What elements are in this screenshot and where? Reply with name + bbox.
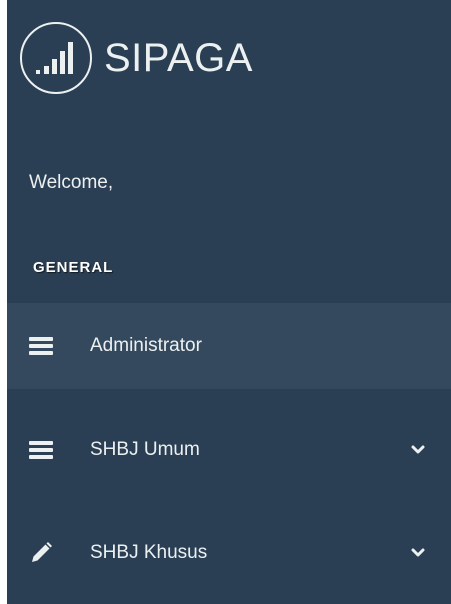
pencil-icon	[29, 541, 53, 565]
sidebar: SIPAGA Welcome, GENERAL Administrator SH…	[7, 0, 451, 604]
chevron-down-icon	[411, 443, 425, 457]
sidebar-item-administrator[interactable]: Administrator	[7, 303, 451, 389]
brand-logo-link[interactable]: SIPAGA	[20, 22, 253, 94]
bars-icon	[29, 438, 53, 462]
bars-icon	[29, 334, 53, 358]
signal-bars-icon	[20, 22, 92, 94]
brand-title: SIPAGA	[104, 35, 253, 80]
sidebar-item-label: SHBJ Umum	[90, 439, 200, 460]
sidebar-item-label: Administrator	[90, 335, 202, 356]
chevron-down-icon	[411, 546, 425, 560]
sidebar-item-shbj-umum[interactable]: SHBJ Umum	[7, 407, 451, 493]
menu-section-title: GENERAL	[33, 259, 114, 276]
sidebar-item-label: SHBJ Khusus	[90, 542, 208, 563]
welcome-text: Welcome,	[29, 172, 114, 193]
sidebar-item-shbj-khusus[interactable]: SHBJ Khusus	[7, 510, 451, 596]
